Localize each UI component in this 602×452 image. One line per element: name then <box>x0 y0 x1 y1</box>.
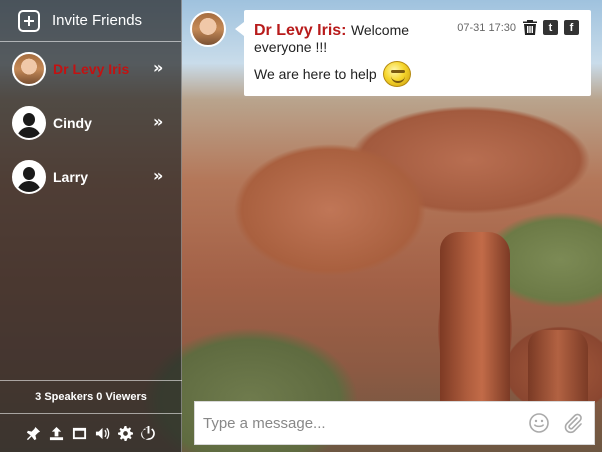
message-line-2: We are here to help <box>254 61 581 87</box>
user-row-dr-levy-iris[interactable]: Dr Levy Iris » <box>0 42 181 96</box>
pin-icon[interactable] <box>26 426 41 441</box>
user-name: Larry <box>53 169 89 185</box>
message-composer <box>194 401 595 445</box>
volume-icon[interactable] <box>95 426 110 441</box>
participant-count: 3 Speakers 0 Viewers <box>0 380 182 414</box>
sidebar-toolbar <box>0 414 182 452</box>
upload-icon[interactable] <box>49 426 64 441</box>
power-icon[interactable] <box>141 425 156 441</box>
invite-friends-label: Invite Friends <box>52 12 143 29</box>
sidebar: Invite Friends Dr Levy Iris » Cindy » La… <box>0 0 182 452</box>
chat-message: Dr Levy Iris: Welcome everyone !!! We ar… <box>235 10 591 96</box>
message-text: We are here to help <box>254 66 377 82</box>
message-sender: Dr Levy Iris: <box>254 22 347 39</box>
gear-icon[interactable] <box>118 425 133 441</box>
window-icon[interactable] <box>72 426 87 441</box>
message-timestamp: 07-31 17:30 <box>457 21 516 34</box>
user-name: Cindy <box>53 115 92 131</box>
facebook-icon[interactable]: f <box>564 20 579 35</box>
emoji-icon[interactable] <box>528 412 550 434</box>
avatar <box>12 106 46 140</box>
trash-icon[interactable] <box>522 20 537 35</box>
double-chevron-right-icon[interactable]: » <box>153 59 171 77</box>
invite-friends-button[interactable]: Invite Friends <box>0 0 181 42</box>
message-line-1: Dr Levy Iris: Welcome everyone !!! <box>254 22 444 56</box>
plus-square-icon <box>18 9 40 32</box>
user-row-cindy[interactable]: Cindy » <box>0 96 181 150</box>
smiley-emoji-icon <box>382 61 411 87</box>
message-sender-avatar <box>190 11 226 47</box>
twitter-icon[interactable]: t <box>543 20 558 35</box>
message-meta: 07-31 17:30 t f <box>457 20 579 35</box>
avatar <box>12 52 46 86</box>
message-input[interactable] <box>203 414 516 432</box>
avatar <box>12 160 46 194</box>
user-name: Dr Levy Iris <box>53 61 130 77</box>
double-chevron-right-icon[interactable]: » <box>153 167 171 185</box>
double-chevron-right-icon[interactable]: » <box>153 113 171 131</box>
paperclip-icon[interactable] <box>562 412 584 434</box>
user-row-larry[interactable]: Larry » <box>0 150 181 204</box>
